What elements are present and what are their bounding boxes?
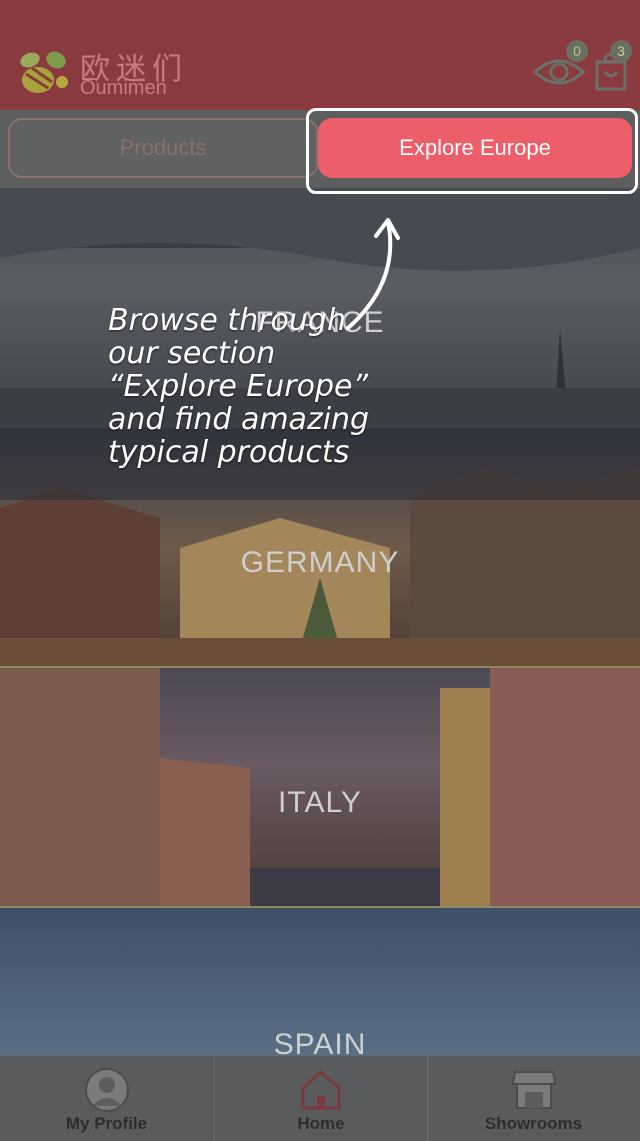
country-card-italy[interactable]: ITALY: [0, 668, 640, 908]
country-label-spain: SPAIN: [273, 1028, 367, 1058]
nav-label-my-profile: My Profile: [65, 1114, 148, 1133]
country-card-spain[interactable]: SPAIN: [0, 908, 640, 1058]
storefront-icon: [511, 1071, 556, 1109]
nav-label-home: Home: [297, 1114, 345, 1133]
segment-tabs: Products Explore Europe: [0, 110, 640, 188]
nav-home[interactable]: Home: [214, 1056, 428, 1141]
nav-label-showrooms: Showrooms: [484, 1114, 583, 1133]
tooltip-line: our section: [108, 336, 276, 371]
logo-english-text: Oumimen: [80, 77, 167, 99]
country-label-italy: ITALY: [278, 786, 362, 819]
nav-showrooms[interactable]: Showrooms: [427, 1056, 640, 1141]
bottom-tab-bar: My Profile Home Showrooms: [0, 1055, 640, 1141]
coach-mark-text: Browse through our section “Explore Euro…: [108, 304, 428, 469]
tooltip-line: and find amazing: [108, 402, 370, 437]
app-header: 欧迷们 Oumimen 0 3: [0, 0, 640, 110]
cart-count-badge: 3: [610, 40, 632, 62]
tooltip-line: Browse through: [108, 303, 346, 338]
country-label-germany: GERMANY: [240, 546, 400, 579]
tab-explore-europe[interactable]: Explore Europe: [318, 118, 632, 178]
nav-my-profile[interactable]: My Profile: [0, 1056, 213, 1141]
tab-products[interactable]: Products: [8, 118, 318, 178]
tooltip-line: “Explore Europe”: [108, 369, 369, 404]
viewed-count-badge: 0: [566, 40, 588, 62]
tooltip-line: typical products: [108, 435, 350, 470]
home-icon: [301, 1069, 341, 1110]
bee-logo-icon: [20, 51, 68, 93]
brand-logo[interactable]: 欧迷们 Oumimen: [18, 44, 208, 100]
avatar-icon: [84, 1068, 129, 1112]
